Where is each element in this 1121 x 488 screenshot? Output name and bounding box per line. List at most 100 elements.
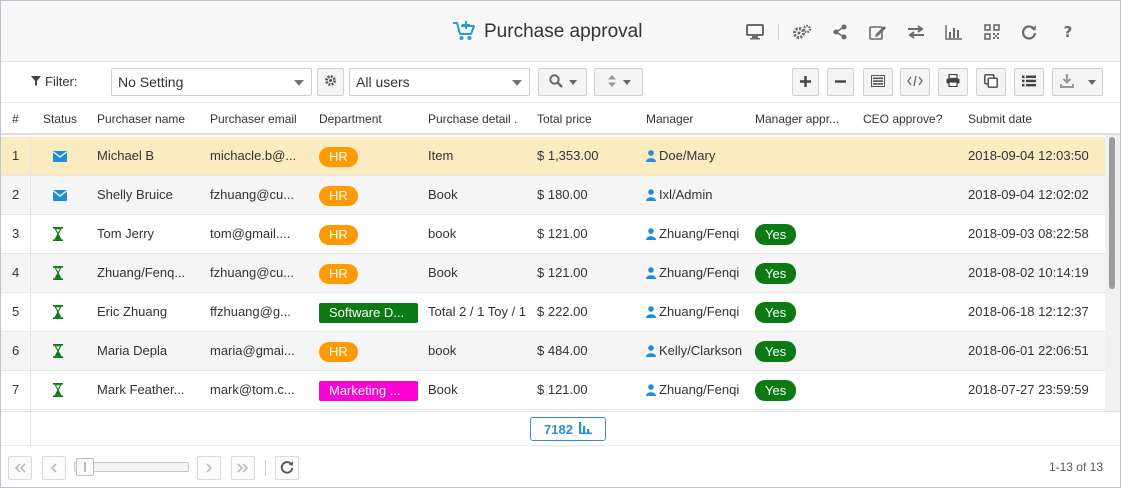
manager-cell: Doe/Mary	[646, 137, 746, 175]
gears-icon[interactable]	[792, 23, 812, 41]
table-row[interactable]: 4 Zhuang/Fenq... fzhuang@cu... HR Book $ 121.…	[1, 254, 1105, 293]
record-count-button[interactable]: 7182	[530, 417, 606, 441]
column-header-manager-approve[interactable]: Manager appr...	[755, 112, 855, 126]
print-button[interactable]	[938, 68, 968, 96]
manager-approve-cell: Yes	[755, 332, 855, 370]
prev-page-button[interactable]	[42, 456, 66, 480]
column-header-department[interactable]: Department	[319, 112, 382, 126]
table-row[interactable]: 5 Eric Zhuang ffzhuang@g... Software D... To…	[1, 293, 1105, 332]
user-icon	[646, 384, 659, 396]
download-icon	[1059, 73, 1074, 91]
page-slider-handle[interactable]	[76, 458, 94, 476]
submit-date: 2018-07-27 23:59:59	[968, 382, 1089, 397]
add-row-button[interactable]	[792, 68, 819, 96]
minus-icon	[835, 75, 846, 90]
ceo-approve-cell	[863, 332, 963, 370]
code-view-button[interactable]	[900, 68, 930, 96]
column-header-purchase-detail[interactable]: Purchase detail .	[428, 112, 528, 126]
bar-chart-icon[interactable]	[944, 23, 964, 41]
table-body: 1 Michael B michacle.b@... HR Item $ 1,353.00…	[1, 137, 1105, 411]
double-chevron-left-icon	[14, 461, 26, 476]
refresh-icon[interactable]	[1019, 23, 1039, 41]
table-row[interactable]: 6 Maria Depla maria@gmai... HR book $ 484.00 K…	[1, 332, 1105, 371]
manager-cell: Zhuang/Fenqi	[646, 293, 746, 331]
approved-badge: Yes	[755, 263, 797, 285]
ceo-approve-cell	[863, 293, 963, 331]
column-header-ceo-approve[interactable]: CEO approve?	[863, 112, 942, 126]
purchaser-email: maria@gmai...	[210, 343, 295, 358]
copy-button[interactable]	[976, 68, 1006, 96]
form-icon	[871, 74, 885, 90]
list-view-button[interactable]	[1014, 68, 1044, 96]
manager-name: Doe/Mary	[659, 148, 716, 163]
purchase-detail: Book	[428, 265, 458, 280]
purchaser-name: Maria Depla	[97, 343, 168, 358]
user-icon	[646, 189, 659, 201]
row-number: 7	[12, 382, 20, 397]
manager-approve-cell: Yes	[755, 254, 855, 292]
double-chevron-right-icon	[237, 461, 249, 476]
funnel-icon	[31, 74, 45, 89]
table-header: # Status Purchaser name Purchaser email …	[1, 104, 1120, 135]
user-icon	[646, 345, 659, 357]
ceo-approve-cell	[863, 254, 963, 292]
scrollbar-thumb[interactable]	[1109, 137, 1115, 289]
manager-approve-cell	[755, 176, 855, 214]
reload-button[interactable]	[275, 456, 299, 480]
copy-icon	[984, 73, 998, 91]
share-icon[interactable]	[830, 23, 850, 41]
column-header-manager[interactable]: Manager	[646, 112, 693, 126]
total-price: $ 121.00	[537, 226, 588, 241]
delete-row-button[interactable]	[827, 68, 854, 96]
filter-setting-select[interactable]: No Setting	[111, 68, 312, 96]
table-row[interactable]: 3 Tom Jerry tom@gmail.... HR book $ 121.00 Zhu…	[1, 215, 1105, 254]
approved-badge: Yes	[755, 224, 797, 246]
manager-approve-cell: Yes	[755, 371, 855, 409]
edit-icon[interactable]	[868, 23, 888, 41]
page-info: 1-13 of 13	[1048, 460, 1103, 474]
department-cell: Software D...	[319, 293, 419, 331]
first-page-button[interactable]	[8, 456, 32, 480]
column-header-purchaser-email[interactable]: Purchaser email	[210, 112, 297, 126]
column-header-purchaser-name[interactable]: Purchaser name	[97, 112, 185, 126]
qr-code-icon[interactable]	[982, 23, 1002, 41]
download-button[interactable]	[1052, 68, 1103, 96]
help-icon[interactable]: ?	[1058, 23, 1078, 41]
swap-icon[interactable]	[906, 23, 926, 41]
app-window: Purchase approval ? Filter: No Setting A…	[0, 0, 1121, 488]
column-header-status[interactable]: Status	[43, 112, 77, 126]
summary-bar: 7182	[1, 411, 1120, 446]
manager-name: Zhuang/Fenqi	[659, 304, 740, 319]
manager-value: Ixl/Admin	[646, 176, 712, 214]
purchaser-name: Mark Feather...	[97, 382, 185, 397]
vertical-scrollbar[interactable]	[1105, 135, 1120, 411]
header-bar: Purchase approval ?	[1, 1, 1120, 62]
column-header-total-price[interactable]: Total price	[537, 112, 592, 126]
next-page-button[interactable]	[197, 456, 221, 480]
monitor-icon[interactable]	[745, 23, 765, 41]
purchaser-email: fzhuang@cu...	[210, 265, 295, 280]
table-row[interactable]: 1 Michael B michacle.b@... HR Item $ 1,353.00…	[1, 137, 1105, 176]
submit-date: 2018-06-01 22:06:51	[968, 343, 1089, 358]
form-view-button[interactable]	[863, 68, 893, 96]
total-price: $ 121.00	[537, 265, 588, 280]
column-header-submit-date[interactable]: Submit date	[968, 112, 1032, 126]
sort-button[interactable]	[594, 68, 643, 96]
users-select[interactable]: All users	[349, 68, 530, 96]
hourglass-icon	[53, 371, 69, 409]
total-price: $ 222.00	[537, 304, 588, 319]
search-button[interactable]	[538, 68, 587, 96]
last-page-button[interactable]	[231, 456, 255, 480]
manager-cell: Ixl/Admin	[646, 176, 746, 214]
ceo-approve-cell	[863, 176, 963, 214]
row-number: 1	[12, 148, 20, 163]
envelope-icon	[53, 137, 69, 175]
filter-label-text: Filter:	[45, 74, 78, 89]
manager-value: Zhuang/Fenqi	[646, 293, 739, 331]
filter-settings-button[interactable]	[317, 68, 344, 96]
table-row[interactable]: 2 Shelly Bruice fzhuang@cu... HR Book $ 180.0…	[1, 176, 1105, 215]
table-row[interactable]: 7 Mark Feather... mark@tom.c... Marketing .…	[1, 371, 1105, 410]
column-header-number[interactable]: #	[12, 112, 19, 126]
purchaser-email: mark@tom.c...	[210, 382, 295, 397]
plus-icon	[800, 75, 811, 90]
